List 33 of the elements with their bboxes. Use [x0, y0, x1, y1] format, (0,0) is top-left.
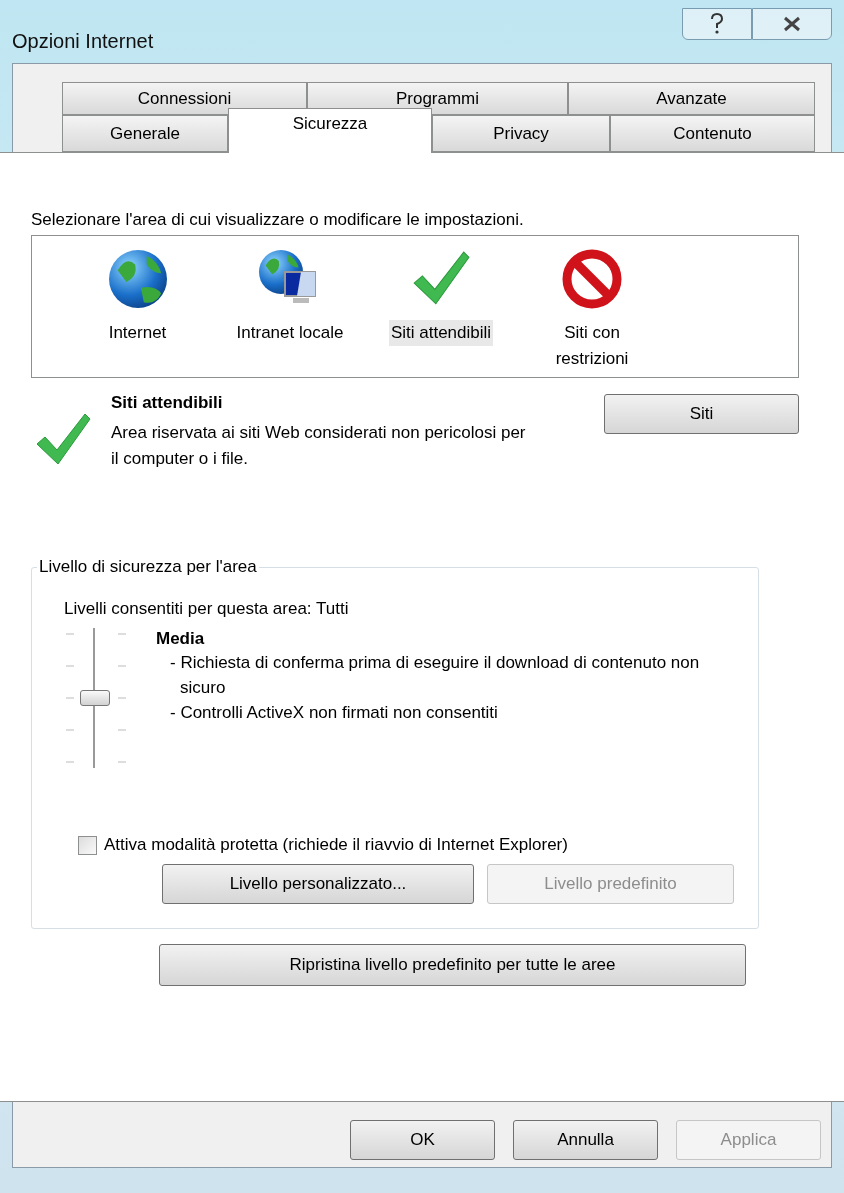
tab[interactable]: Generale	[62, 115, 228, 152]
blocked-icon	[561, 248, 623, 310]
checkbox-label: Attiva modalità protetta (richiede il riavvio di Internet Explorer)	[104, 834, 568, 856]
tab[interactable]: Contenuto	[610, 115, 815, 152]
zone-title: Siti attendibili	[111, 392, 224, 414]
help-button[interactable]	[682, 8, 752, 40]
zone-item[interactable]: Siti con restrizioni	[527, 320, 657, 372]
tab[interactable]: Avanzate	[568, 82, 815, 115]
tab[interactable]: Sicurezza	[228, 108, 432, 153]
zone-item[interactable]: Siti attendibili	[388, 320, 494, 346]
tab[interactable]: Privacy	[432, 115, 610, 152]
zone-description: Area riservata ai siti Web considerati non pericolosi per il computer o i file.	[111, 422, 527, 470]
allowed-levels: Livelli consentiti per questa area: Tutti	[64, 598, 350, 620]
close-button[interactable]	[752, 8, 832, 40]
help-icon	[709, 13, 725, 35]
close-icon	[782, 16, 802, 32]
window-title: Opzioni Internet	[12, 29, 154, 54]
zone-prompt: Selezionare l'area di cui visualizzare o modificare le impostazioni.	[31, 209, 525, 231]
level-description: - Richiesta di conferma prima di eseguire il download di contenuto non sicuro	[170, 652, 701, 699]
sites-button[interactable]: Siti	[604, 394, 799, 434]
dialog-button[interactable]: Annulla	[513, 1120, 658, 1160]
reset-button[interactable]: Ripristina livello predefinito per tutte le aree	[159, 944, 746, 986]
level-name: Media	[156, 628, 206, 650]
level-button[interactable]: Livello personalizzato...	[162, 864, 474, 904]
globe-icon	[106, 248, 169, 310]
security-slider[interactable]	[64, 626, 128, 771]
level-description: - Controlli ActiveX non firmati non consentiti	[170, 702, 499, 724]
checkbox[interactable]	[78, 835, 97, 855]
dialog-button[interactable]: OK	[350, 1120, 495, 1160]
slider-thumb[interactable]	[80, 690, 110, 706]
zone-item[interactable]: Intranet locale	[234, 320, 346, 346]
tab[interactable]: Connessioni	[62, 82, 307, 115]
zone-item[interactable]: Internet	[106, 320, 169, 346]
